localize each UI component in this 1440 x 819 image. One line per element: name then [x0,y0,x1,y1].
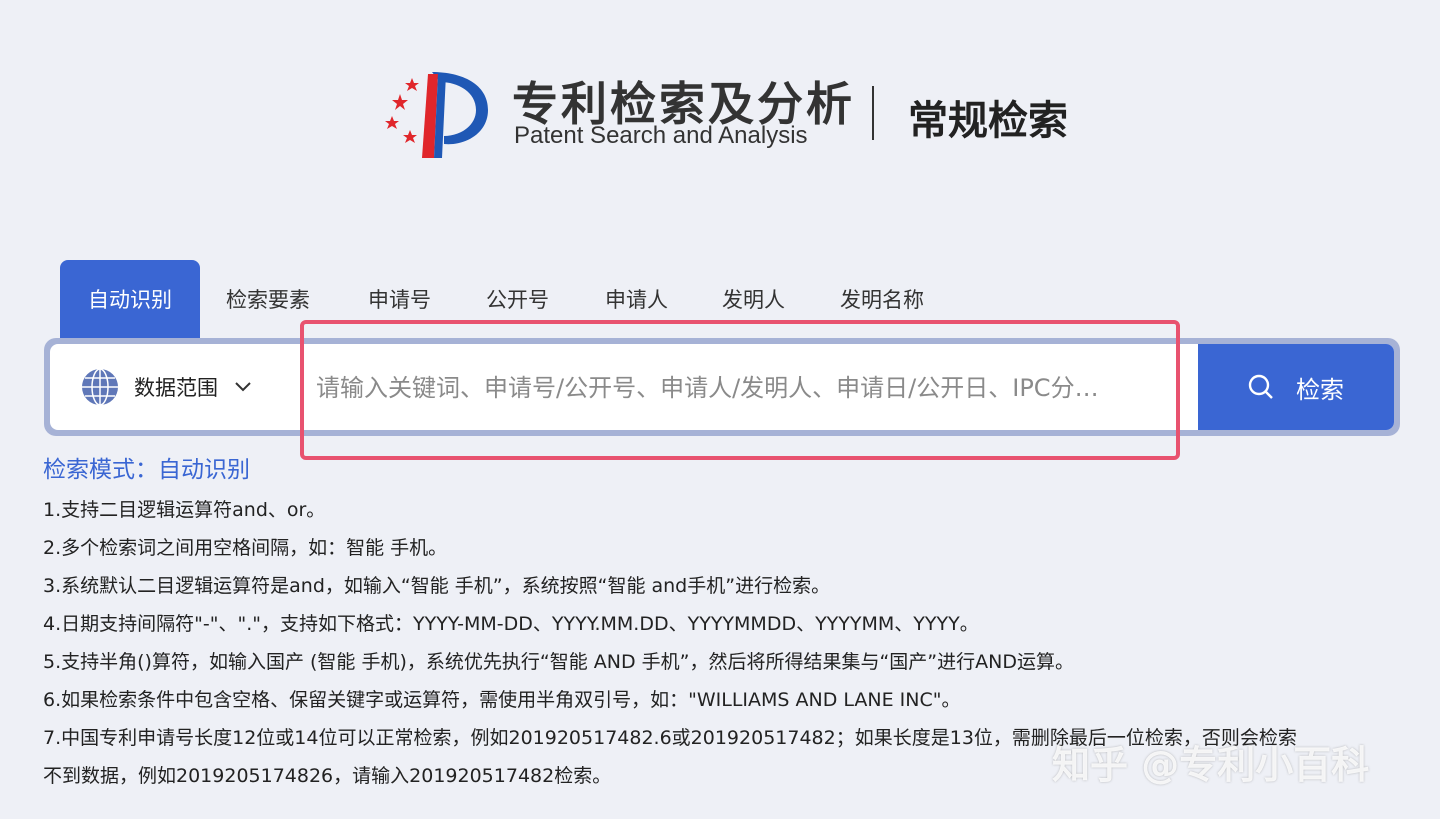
help-line: 5.支持半角()算符，如输入国产 (智能 手机)，系统优先执行“智能 AND 手… [43,651,1074,673]
help-line: 1.支持二目逻辑运算符and、or。 [43,499,326,521]
tab-search-elements[interactable]: 检索要素 [226,260,310,340]
tab-publication-number[interactable]: 公开号 [486,260,549,340]
search-mode-label: 检索模式：自动识别 [43,457,250,483]
search-bar-inner: 数据范围 检索 [50,344,1394,430]
brand-name-en: Patent Search and Analysis [514,122,808,149]
data-scope-label: 数据范围 [134,376,218,400]
help-line: 2.多个检索词之间用空格间隔，如：智能 手机。 [43,537,448,559]
tab-invention-title[interactable]: 发明名称 [840,260,924,340]
tab-auto-detect[interactable]: 自动识别 [60,260,200,340]
search-button[interactable]: 检索 [1198,344,1394,430]
search-input[interactable] [314,364,1158,412]
search-bar: 数据范围 检索 [44,338,1400,436]
tab-application-number[interactable]: 申请号 [368,260,431,340]
chevron-down-icon [235,382,251,392]
help-line: 6.如果检索条件中包含空格、保留关键字或运算符，需使用半角双引号，如："WILL… [43,689,961,711]
site-header: 专利检索及分析 Patent Search and Analysis 常规检索 [380,62,1100,162]
help-line: 4.日期支持间隔符"-"、"."，支持如下格式：YYYY-MM-DD、YYYY.… [43,613,979,635]
help-line: 3.系统默认二目逻辑运算符是and，如输入“智能 手机”，系统按照“智能 and… [43,575,831,597]
header-divider [872,86,874,140]
watermark: 知乎 @专利小百科 [1052,743,1370,787]
search-icon [1248,374,1273,399]
globe-icon [82,368,118,406]
cnipa-logo-icon [385,72,488,158]
search-button-label: 检索 [1296,375,1344,404]
tab-applicant[interactable]: 申请人 [605,260,668,340]
tab-inventor[interactable]: 发明人 [722,260,785,340]
page-title: 常规检索 [908,98,1068,144]
data-scope-dropdown[interactable]: 数据范围 [80,344,252,430]
